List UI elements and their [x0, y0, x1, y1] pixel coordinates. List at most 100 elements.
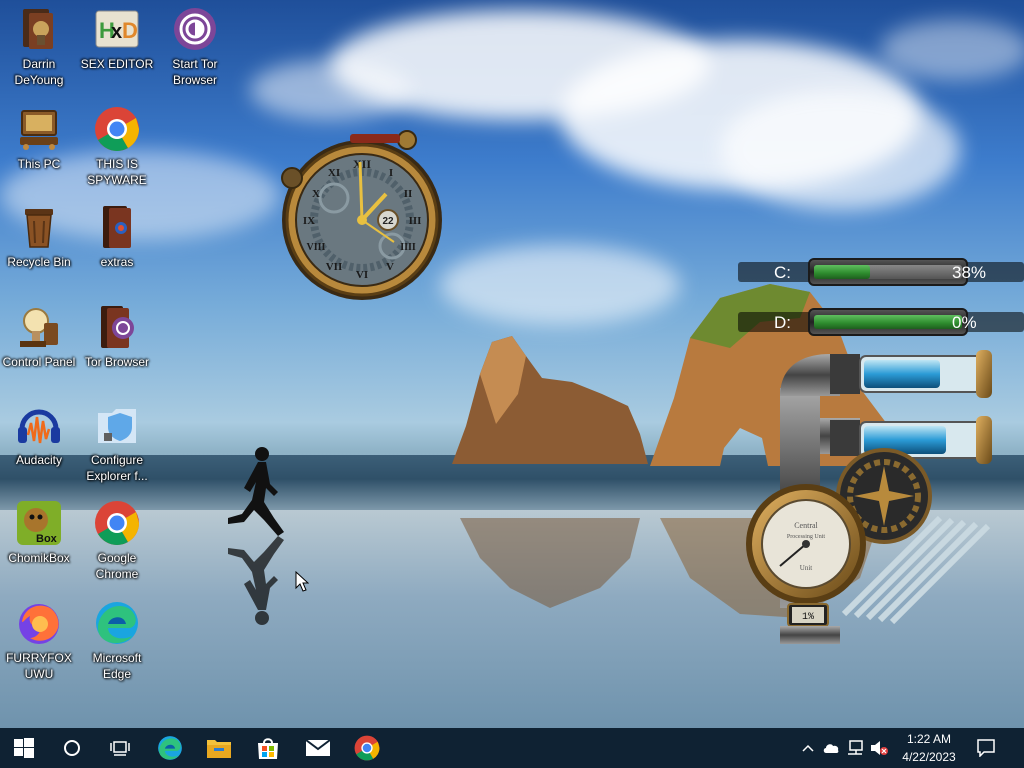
meter-dial-title: Central [794, 521, 818, 530]
taskbar-edge[interactable] [146, 728, 194, 768]
clock-date: 22 [382, 216, 394, 227]
desktop-icon-recycle-bin[interactable]: Recycle Bin [0, 204, 78, 270]
desktop-icon-label: Audacity [15, 453, 63, 467]
desktop-icon-label: Microsoft Edge [92, 651, 142, 681]
recycle-bin-icon [16, 204, 62, 250]
chrome-icon [94, 500, 140, 546]
drive-percent: 38% [952, 263, 987, 282]
tray-show-hidden[interactable] [798, 728, 818, 768]
numeral-x: X [312, 188, 320, 200]
desktop-icon-microsoft-edge[interactable]: Microsoft Edge [78, 600, 156, 682]
hxd-editor-icon: HxD [94, 6, 140, 52]
drive-percent: 0% [952, 313, 977, 332]
numeral-xi: XI [328, 167, 340, 179]
edge-icon [94, 600, 140, 646]
taskbar-clock[interactable]: 1:22 AM 4/22/2023 [886, 730, 972, 766]
numeral-i: I [389, 167, 393, 179]
desktop-icon-audacity[interactable]: Audacity [0, 402, 78, 468]
desktop-icon-label: SEX EDITOR [80, 57, 154, 71]
desktop-icon-label: THIS IS SPYWARE [87, 157, 147, 187]
firefox-icon [16, 600, 62, 646]
drive-letter: D: [774, 313, 791, 332]
onedrive-cloud-icon [823, 744, 839, 753]
desktop-icon-tor-browser[interactable]: Tor Browser [78, 304, 156, 370]
chevron-up-icon [802, 744, 814, 752]
minute-hand [358, 161, 364, 221]
cpu-meter-gadget[interactable]: Central Processing Unit Unit 1% [740, 348, 1000, 648]
tray-network[interactable] [844, 728, 866, 768]
audacity-icon [16, 402, 62, 448]
action-center-button[interactable] [972, 728, 1000, 768]
chrome-icon [94, 106, 140, 152]
desktop-icon-furryfox[interactable]: FURRYFOX UWU [0, 600, 78, 682]
taskbar: 1:22 AM 4/22/2023 [0, 728, 1024, 768]
computer-icon [16, 106, 62, 152]
search-icon [64, 740, 80, 756]
task-view-button[interactable] [96, 728, 144, 768]
desktop-icon-label: Tor Browser [84, 355, 149, 369]
edge-icon [158, 736, 182, 760]
taskbar-store[interactable] [244, 728, 292, 768]
chomikbox-icon: Box [16, 500, 62, 546]
desktop-icon-chomikbox[interactable]: Box ChomikBox [0, 500, 78, 566]
desktop-icon-label: extras [100, 255, 134, 269]
desktop-icon-configure-explorer[interactable]: Configure Explorer f... [78, 402, 156, 484]
svg-text:Box: Box [36, 533, 58, 545]
folder-icon [94, 204, 140, 250]
taskbar-file-explorer[interactable] [195, 728, 243, 768]
taskbar-mail[interactable] [294, 728, 342, 768]
desktop-icon-this-pc[interactable]: This PC [0, 106, 78, 172]
numeral-xii: XII [353, 157, 371, 171]
numeral-viii: VIII [307, 242, 326, 253]
control-panel-icon [16, 304, 62, 350]
search-button[interactable] [48, 728, 96, 768]
rock-small [452, 336, 648, 464]
desktop-icon-start-tor-browser[interactable]: Start Tor Browser [156, 6, 234, 88]
mail-icon [305, 739, 331, 756]
taskbar-chrome[interactable] [343, 728, 391, 768]
desktop-icon-darrin-deyoung[interactable]: Darrin DeYoung [0, 6, 78, 88]
numeral-v: V [386, 261, 394, 273]
desktop-icon-label: This PC [17, 157, 61, 171]
desktop-icon-label: Configure Explorer f... [86, 453, 148, 483]
drive-gauge-c[interactable]: C: 38% [738, 256, 1024, 288]
desktop-icon-google-chrome[interactable]: Google Chrome [78, 500, 156, 582]
clock-gadget[interactable]: XII I II III IIII V VI VII VIII IX X XI … [274, 128, 450, 300]
svg-text:x: x [111, 21, 122, 43]
desktop-icon-sex-editor[interactable]: HxD SEX EDITOR [78, 6, 156, 72]
network-icon [848, 740, 863, 755]
file-explorer-icon [207, 740, 231, 758]
desktop-icon-label: Darrin DeYoung [14, 57, 64, 87]
desktop-icon-this-is-spyware[interactable]: THIS IS SPYWARE [78, 106, 156, 188]
tray-onedrive[interactable] [820, 728, 842, 768]
desktop-icon-label: FURRYFOX UWU [6, 651, 72, 681]
numeral-ii: II [404, 188, 413, 200]
user-folder-icon [16, 6, 62, 52]
desktop-icon-control-panel[interactable]: Control Panel [0, 304, 78, 370]
desktop-icon-label: Start Tor Browser [172, 57, 218, 87]
tor-browser-icon [172, 6, 218, 52]
meter-dial-subtitle: Processing Unit [787, 534, 825, 540]
desktop-icon-extras[interactable]: extras [78, 204, 156, 270]
drive-letter: C: [774, 263, 791, 282]
desktop-icon-label: Google Chrome [95, 551, 139, 581]
shield-folder-icon [94, 402, 140, 448]
svg-text:D: D [122, 18, 138, 43]
numeral-vi: VI [356, 269, 368, 281]
task-view-icon [110, 741, 130, 756]
start-button[interactable] [0, 728, 48, 768]
store-icon [258, 738, 278, 759]
drive-gauge-d[interactable]: D: 0% [738, 306, 1024, 338]
meter-dial-unit: Unit [800, 564, 813, 572]
desktop-icon-label: ChomikBox [8, 551, 70, 565]
numeral-ix: IX [303, 215, 315, 227]
desktop-icon-label: Recycle Bin [7, 255, 71, 269]
meter-readout: 1% [802, 612, 814, 623]
taskbar-time: 1:22 AM [906, 732, 952, 746]
taskbar-date: 4/22/2023 [902, 750, 956, 764]
mouse-cursor [295, 571, 309, 592]
tor-folder-icon [94, 304, 140, 350]
desktop-icon-label: Control Panel [2, 355, 76, 369]
chrome-icon [354, 735, 380, 761]
numeral-vii: VII [326, 261, 343, 273]
